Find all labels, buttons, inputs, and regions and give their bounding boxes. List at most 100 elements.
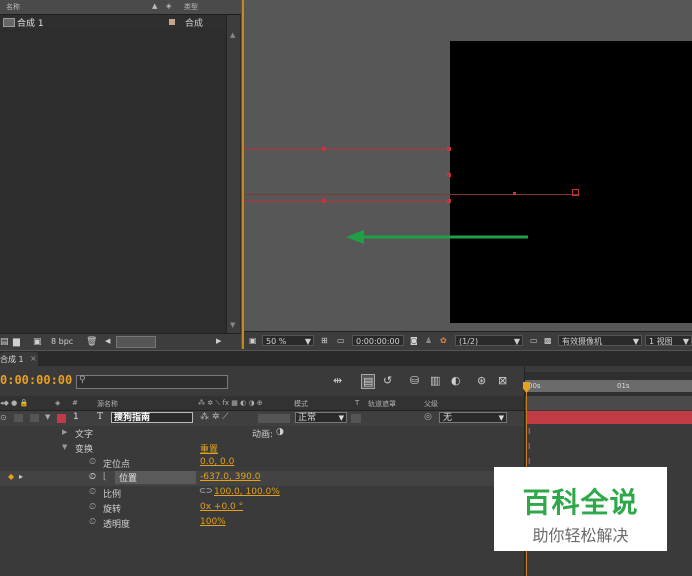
stopwatch-icon[interactable]: ⏲	[89, 502, 96, 512]
animate-menu-icon[interactable]: ◑	[276, 427, 284, 437]
scroll-up-icon[interactable]: ▲	[230, 31, 235, 39]
twirl-down-icon[interactable]: ▼	[45, 413, 50, 421]
keyframe-marker[interactable]: I	[528, 457, 530, 466]
opacity-value[interactable]: 100%	[200, 517, 226, 527]
rotation-value[interactable]: 0x +0.0 °	[200, 502, 243, 512]
resolution-select[interactable]: (1/2) ▼	[455, 335, 523, 346]
position-value[interactable]: -637.0, 390.0	[200, 472, 261, 482]
stopwatch-icon[interactable]: ⏲	[89, 457, 96, 467]
property-row-opacity[interactable]: ⏲ 透明度 100%	[0, 516, 524, 531]
av-switches-icons[interactable]: ◂◆ ● 🔒	[0, 399, 28, 407]
tab-composition[interactable]: 合成 1 ×	[0, 352, 38, 366]
time-navigator[interactable]	[525, 380, 692, 392]
view-layout-select[interactable]: 1 视图 ▼	[645, 335, 692, 346]
label-color-swatch[interactable]	[169, 19, 175, 25]
hide-shy-layers-icon[interactable]: ⛁	[410, 374, 419, 387]
twirl-down-icon[interactable]: ▼	[62, 443, 67, 451]
property-row-position[interactable]: ◆ ▸ ⏲ ⌊ 位置 -637.0, 390.0	[0, 471, 524, 486]
stopwatch-icon[interactable]: ⏲	[89, 487, 96, 497]
region-of-interest-icon[interactable]: ▭	[527, 335, 541, 346]
viewer-timecode[interactable]: 0:00:00:00	[352, 335, 404, 346]
stopwatch-active-icon[interactable]: ⏲	[89, 472, 96, 482]
column-number[interactable]: #	[72, 399, 78, 407]
bound-handle[interactable]	[447, 199, 451, 203]
constrain-proportions-icon[interactable]: ⊂⊃	[199, 486, 212, 495]
layer-switches[interactable]: ⁂ ✲ ⟋	[200, 412, 229, 422]
hscroll-right-icon[interactable]: ▶	[216, 337, 221, 345]
label-column-icon[interactable]: ◈	[55, 399, 60, 407]
keyframe-marker[interactable]: I	[528, 442, 530, 451]
frame-blending-icon[interactable]: ▥	[430, 374, 440, 387]
switch-boxes[interactable]	[258, 414, 290, 423]
hscroll-left-icon[interactable]: ◀	[105, 337, 110, 345]
property-row-scale[interactable]: ⏲ 比例 ⊂⊃ 100.0, 100.0%	[0, 486, 524, 501]
current-time-display[interactable]: 0:00:00:00	[0, 373, 72, 387]
comp-mini-flowchart-icon[interactable]: ⇹	[333, 374, 342, 387]
lock-toggle[interactable]	[14, 414, 23, 422]
scroll-down-icon[interactable]: ▼	[230, 321, 235, 329]
new-folder-icon[interactable]: ▆	[13, 337, 20, 347]
mask-visibility-icon[interactable]: ▭	[334, 335, 348, 346]
column-trkmat-t[interactable]: T	[355, 399, 359, 407]
tab-close-icon[interactable]: ×	[30, 354, 37, 363]
anchor-value[interactable]: 0.0, 0.0	[200, 457, 234, 467]
bound-handle[interactable]	[322, 147, 326, 151]
trash-icon[interactable]: 🗑	[86, 337, 97, 347]
motion-path-keyframe[interactable]	[513, 192, 516, 195]
solo-icon[interactable]: ⊙	[0, 413, 7, 422]
column-parent[interactable]: 父级	[424, 399, 438, 409]
preview-toggle-icon[interactable]: ▣	[246, 335, 260, 346]
sort-arrow-icon[interactable]: ▲	[152, 2, 157, 10]
trkmat-select[interactable]	[351, 414, 361, 423]
layer-row[interactable]: ⊙ ▼ 1 T 搜狗指南 ⁂ ✲ ⟋ 正常 ▼ ◎ 无 ▼	[0, 411, 524, 426]
safe-grid-icon[interactable]: ⊞	[318, 335, 331, 346]
parent-select[interactable]: 无 ▼	[439, 412, 507, 423]
live-update-icon[interactable]: ▤	[361, 374, 376, 389]
bound-handle[interactable]	[322, 199, 326, 203]
keyframe-add-icon[interactable]: ◆	[8, 472, 14, 481]
work-area-bar[interactable]	[525, 396, 692, 410]
anchor-point-handle[interactable]	[572, 189, 579, 196]
zoom-select[interactable]: 50 % ▼	[262, 335, 314, 346]
shy-toggle[interactable]	[30, 414, 39, 422]
bound-handle[interactable]	[447, 147, 451, 151]
motion-blur-icon[interactable]: ◐	[451, 374, 461, 387]
transparency-grid-icon[interactable]: ▩	[541, 335, 555, 346]
channel-icon[interactable]: ✿	[437, 335, 450, 346]
property-row-text[interactable]: ▶ 文字 动画: ◑	[0, 426, 524, 441]
blend-mode-select[interactable]: 正常 ▼	[295, 412, 347, 423]
snapshot-icon[interactable]: ◙	[407, 335, 421, 346]
new-composition-icon[interactable]: ▣	[33, 337, 42, 347]
column-name[interactable]: 名称	[6, 2, 20, 12]
composition-canvas[interactable]	[450, 41, 692, 323]
property-row-transform[interactable]: ▼ 变换 重置	[0, 441, 524, 456]
scale-value[interactable]: 100.0, 100.0%	[214, 487, 280, 497]
twirl-right-icon[interactable]: ▶	[62, 428, 67, 436]
draft-3d-icon[interactable]: ↺	[383, 374, 392, 387]
keyframe-marker[interactable]: I	[528, 427, 530, 436]
layer-search-input[interactable]: ⚲	[76, 375, 228, 389]
project-item-row[interactable]: 合成 1 合成	[0, 15, 226, 29]
label-tag-icon[interactable]: ◈	[166, 2, 171, 10]
stopwatch-icon[interactable]: ⏲	[89, 517, 96, 527]
hscroll-thumb[interactable]	[116, 336, 156, 348]
property-row-anchor[interactable]: ⏲ 定位点 0.0, 0.0	[0, 456, 524, 471]
column-mode[interactable]: 模式	[294, 399, 308, 409]
show-snapshot-icon[interactable]: ♟	[422, 335, 435, 346]
layer-name-field[interactable]: 搜狗指南	[111, 412, 193, 423]
graph-editor-icon[interactable]: ⊛	[477, 374, 486, 387]
brainstorm-icon[interactable]: ⊠	[498, 374, 507, 387]
layer-duration-bar[interactable]	[527, 411, 692, 424]
column-type[interactable]: 类型	[184, 2, 198, 12]
column-trkmat[interactable]: 轨道遮罩	[368, 399, 396, 409]
pick-whip-icon[interactable]: ◎	[424, 412, 432, 422]
next-keyframe-icon[interactable]: ▸	[19, 472, 23, 481]
property-row-rotation[interactable]: ⏲ 旋转 0x +0.0 °	[0, 501, 524, 516]
interpret-footage-icon[interactable]: ▤	[0, 337, 9, 347]
transform-reset-link[interactable]: 重置	[200, 442, 218, 455]
graph-toggle-icon[interactable]: ⌊	[103, 472, 107, 482]
camera-select[interactable]: 有效摄像机 ▼	[558, 335, 642, 346]
project-scrollbar[interactable]: ▲ ▼	[226, 15, 240, 333]
layer-label-swatch[interactable]	[57, 414, 66, 423]
bound-handle[interactable]	[447, 173, 451, 177]
